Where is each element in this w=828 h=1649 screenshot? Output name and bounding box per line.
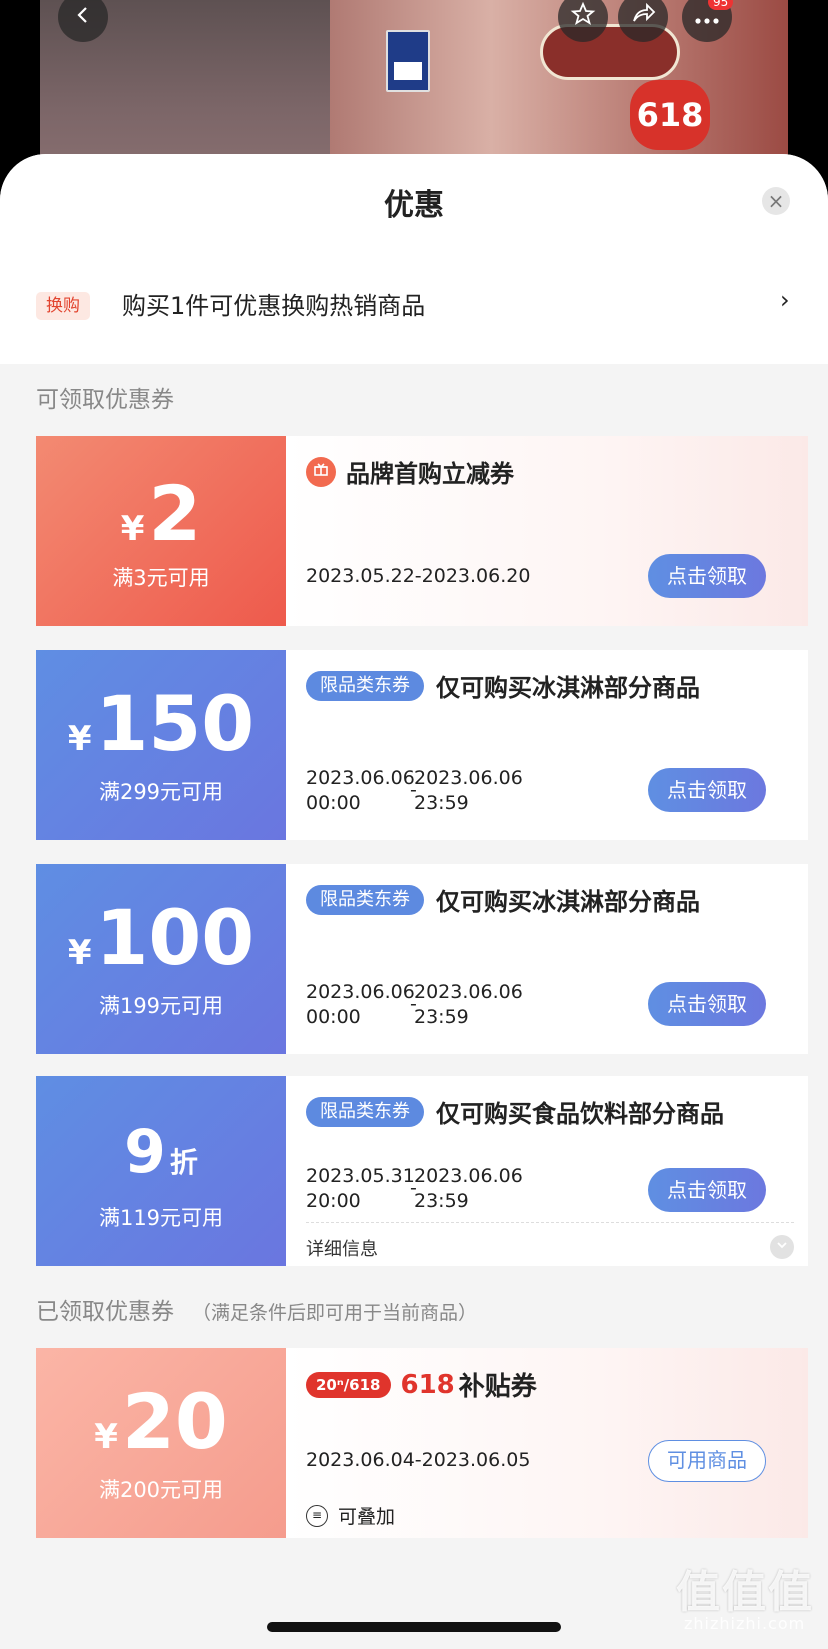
claimed-coupon-card: ¥20 满200元可用 20ⁿ/618 618 补贴券 2023.06.04-2… bbox=[36, 1348, 808, 1538]
coupon-info-panel: 限品类东券 仅可购买冰淇淋部分商品 2023.06.06 00:00 - 2023… bbox=[286, 864, 808, 1054]
coupon-title: 仅可购买冰淇淋部分商品 bbox=[436, 888, 700, 916]
coupon-amount: ¥2 bbox=[120, 469, 202, 558]
watermark-url: zhizhizhi.com bbox=[684, 1614, 806, 1633]
chevron-down-icon bbox=[770, 1235, 794, 1259]
back-icon bbox=[73, 2, 93, 32]
watermark-logo: 值值值 bbox=[676, 1567, 814, 1618]
coupon-title: 仅可购买食品饮料部分商品 bbox=[436, 1100, 724, 1128]
coupon-validity: 2023.06.06 00:00 - 2023.06.06 23:59 bbox=[306, 767, 523, 814]
coupon-title-row: 限品类东券 仅可购买食品饮料部分商品 bbox=[306, 1094, 724, 1129]
coupon-condition: 满199元可用 bbox=[98, 994, 224, 1018]
coupon-amount: ¥100 bbox=[67, 893, 255, 982]
gift-icon bbox=[306, 456, 336, 487]
claim-button[interactable]: 点击领取 bbox=[648, 1168, 766, 1212]
usable-products-button[interactable]: 可用商品 bbox=[648, 1440, 766, 1482]
coupon-value-panel: 9折 满119元可用 bbox=[36, 1076, 286, 1266]
coupon-value-panel: ¥2 满3元可用 bbox=[36, 436, 286, 626]
coupon-title-row: 限品类东券 仅可购买冰淇淋部分商品 bbox=[306, 882, 700, 917]
category-tag: 限品类东券 bbox=[306, 884, 424, 915]
coupon-card: ¥150 满299元可用 限品类东券 仅可购买冰淇淋部分商品 2023.06.0… bbox=[36, 650, 808, 840]
share-icon bbox=[630, 1, 656, 34]
claim-button[interactable]: 点击领取 bbox=[648, 982, 766, 1026]
coupon-amount: ¥150 bbox=[67, 679, 255, 768]
claimed-note: （满足条件后即可用于当前商品） bbox=[192, 1302, 478, 1324]
stackable-label: 可叠加 bbox=[338, 1506, 396, 1528]
claim-button[interactable]: 点击领取 bbox=[648, 768, 766, 812]
coupon-condition: 满119元可用 bbox=[98, 1206, 224, 1230]
available-coupons-heading: 可领取优惠券 bbox=[36, 387, 174, 413]
coupon-value-panel: ¥100 满199元可用 bbox=[36, 864, 286, 1054]
coupon-title-row: 品牌首购立减券 bbox=[306, 454, 514, 489]
sheet-title: 优惠 bbox=[384, 188, 444, 223]
discount-sheet: 优惠 × 换购 购买1件可优惠换购热销商品 › 可领取优惠券 ¥2 满3元可用 … bbox=[0, 154, 828, 1649]
coupon-title-row: 20ⁿ/618 618 补贴券 bbox=[306, 1366, 537, 1403]
chevron-right-icon: › bbox=[780, 286, 790, 314]
detail-info-row[interactable]: 详细信息 bbox=[306, 1222, 794, 1266]
brand-logo bbox=[386, 30, 430, 92]
coupon-title-row: 限品类东券 仅可购买冰淇淋部分商品 bbox=[306, 668, 700, 703]
coupon-amount: 9折 bbox=[124, 1117, 198, 1187]
exchange-text: 购买1件可优惠换购热销商品 bbox=[122, 292, 426, 320]
coupon-validity: 2023.05.31 20:00 - 2023.06.06 23:59 bbox=[306, 1165, 523, 1212]
category-tag: 限品类东券 bbox=[306, 670, 424, 701]
coupon-info-panel: 限品类东券 仅可购买冰淇淋部分商品 2023.06.06 00:00 - 2023… bbox=[286, 650, 808, 840]
close-icon: × bbox=[767, 189, 785, 213]
coupon-card: 9折 满119元可用 限品类东券 仅可购买食品饮料部分商品 2023.05.31… bbox=[36, 1076, 808, 1266]
notification-badge: 95 bbox=[708, 0, 734, 10]
claimed-coupons-heading: 已领取优惠券 （满足条件后即可用于当前商品） bbox=[36, 1299, 478, 1325]
star-icon bbox=[570, 1, 596, 34]
coupon-condition: 满200元可用 bbox=[98, 1478, 224, 1502]
exchange-tag: 换购 bbox=[36, 292, 90, 320]
coupon-value-panel: ¥150 满299元可用 bbox=[36, 650, 286, 840]
coupon-validity: 2023.05.22-2023.06.20 bbox=[306, 565, 531, 587]
stack-icon: ≡ bbox=[306, 1504, 328, 1527]
coupon-info-panel: 品牌首购立减券 2023.05.22-2023.06.20 点击领取 bbox=[286, 436, 808, 626]
coupon-title: 品牌首购立减券 bbox=[346, 460, 514, 488]
claim-button[interactable]: 点击领取 bbox=[648, 554, 766, 598]
coupon-amount: ¥20 bbox=[94, 1377, 228, 1466]
promo-618-label: 618 bbox=[400, 1369, 455, 1400]
coupon-validity: 2023.06.04-2023.06.05 bbox=[306, 1449, 531, 1471]
coupon-condition: 满299元可用 bbox=[98, 780, 224, 804]
close-button[interactable]: × bbox=[762, 187, 790, 215]
subsidy-badge: 20ⁿ/618 bbox=[306, 1371, 391, 1398]
detail-info-label: 详细信息 bbox=[306, 1239, 378, 1260]
coupon-info-panel: 限品类东券 仅可购买食品饮料部分商品 2023.05.31 20:00 - 202… bbox=[286, 1076, 808, 1266]
category-tag: 限品类东券 bbox=[306, 1096, 424, 1127]
coupon-card: ¥2 满3元可用 品牌首购立减券 2023.05.22-2023.06.20 点… bbox=[36, 436, 808, 626]
home-indicator[interactable] bbox=[267, 1622, 561, 1632]
promo-618-badge: 618 bbox=[630, 80, 710, 150]
sheet-header: 优惠 × bbox=[0, 154, 828, 264]
stackable-row: ≡ 可叠加 bbox=[306, 1502, 395, 1529]
coupon-validity: 2023.06.06 00:00 - 2023.06.06 23:59 bbox=[306, 981, 523, 1028]
coupon-condition: 满3元可用 bbox=[112, 566, 210, 590]
coupon-info-panel: 20ⁿ/618 618 补贴券 2023.06.04-2023.06.05 可用… bbox=[286, 1348, 808, 1538]
coupon-title: 仅可购买冰淇淋部分商品 bbox=[436, 674, 700, 702]
exchange-offer-row[interactable]: 换购 购买1件可优惠换购热销商品 › bbox=[0, 264, 828, 364]
coupon-value-panel: ¥20 满200元可用 bbox=[36, 1348, 286, 1538]
coupon-card: ¥100 满199元可用 限品类东券 仅可购买冰淇淋部分商品 2023.06.0… bbox=[36, 864, 808, 1054]
coupon-title: 补贴券 bbox=[458, 1372, 537, 1402]
